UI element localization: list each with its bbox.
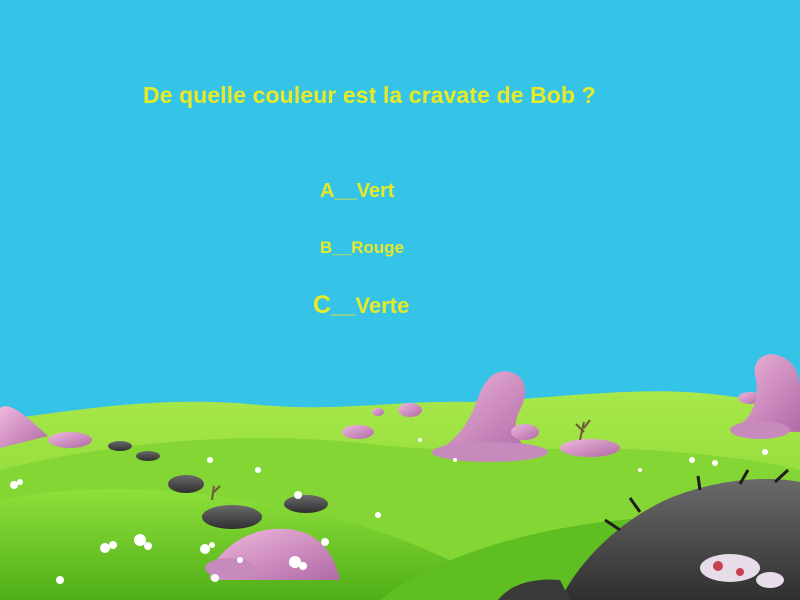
quiz-question: De quelle couleur est la cravate de Bob … [143, 82, 596, 108]
answer-letter: C [313, 291, 332, 319]
answer-text: Vert [356, 180, 395, 202]
answer-letter: B [320, 238, 333, 257]
answer-option-a[interactable]: A__Vert [320, 180, 395, 203]
answer-text: Rouge [351, 238, 405, 257]
answer-text: Verte [355, 293, 410, 318]
game-scene: De quelle couleur est la cravate de Bob … [0, 0, 800, 600]
answer-option-c[interactable]: C__Verte [313, 291, 409, 320]
answer-letter: A [320, 180, 335, 202]
answer-separator: __ [334, 180, 357, 202]
answer-separator: __ [331, 293, 356, 318]
answer-separator: __ [332, 238, 352, 257]
answer-option-b[interactable]: B__Rouge [320, 238, 404, 258]
